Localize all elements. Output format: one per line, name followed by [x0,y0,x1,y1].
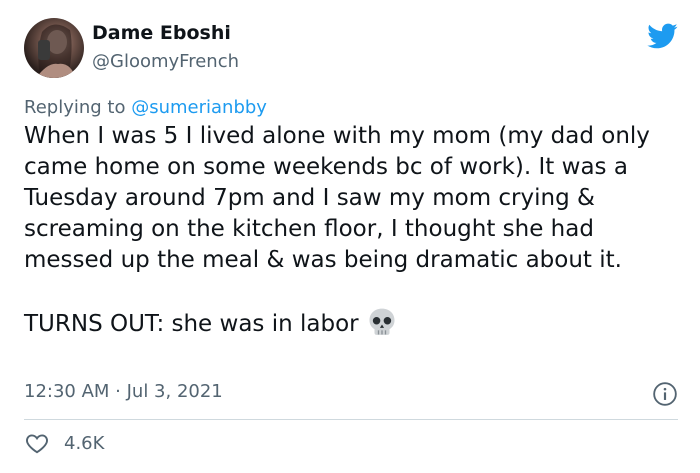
tweet-card: Dame Eboshi @GloomyFrench Replying to @s… [0,0,700,473]
avatar[interactable] [24,18,84,78]
info-icon[interactable] [652,381,678,407]
replying-to: Replying to @sumerianbby [24,97,267,118]
tweet-paragraph-2: TURNS OUT: she was in labor [24,307,684,340]
tweet-timestamp[interactable]: 12:30 AM · Jul 3, 2021 [24,381,223,402]
replying-to-label: Replying to [24,97,132,118]
mention-link[interactable]: @sumerianbby [131,97,267,118]
like-count: 4.6K [64,432,105,454]
tweet-paragraph-2-text: TURNS OUT: she was in labor [24,311,359,337]
display-name[interactable]: Dame Eboshi [92,22,231,44]
like-button[interactable]: 4.6K [24,430,104,456]
skull-icon [369,308,395,335]
twitter-bird-icon[interactable] [646,20,678,52]
tweet-text: When I was 5 I lived alone with my mom (… [24,121,684,340]
tweet-paragraph-1: When I was 5 I lived alone with my mom (… [24,123,650,273]
divider [24,419,678,420]
heart-icon[interactable] [24,430,50,456]
user-handle[interactable]: @GloomyFrench [92,51,239,72]
